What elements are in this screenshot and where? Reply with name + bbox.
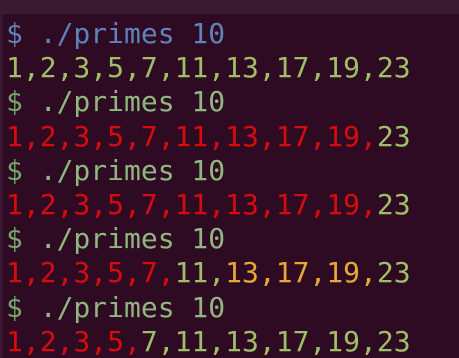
terminal-output-area: $ ./primes 10 1,2,3,5,7,11,13,17,19,23 $ .… xyxy=(6,17,457,358)
terminal-window[interactable]: $ ./primes 10 1,2,3,5,7,11,13,17,19,23 $ .… xyxy=(0,0,459,358)
prompt-line: $ ./primes 10 xyxy=(6,85,457,119)
output-segment-green: 11, xyxy=(174,256,226,290)
output-line: 1,2,3,5,7,11,13,17,19,23 xyxy=(6,188,457,222)
command-text: ./primes 10 xyxy=(22,17,226,50)
output-line: 1,2,3,5,7,11,13,17,19,23 xyxy=(6,325,457,358)
prompt-line: $ ./primes 10 xyxy=(6,17,457,51)
command-text: ./primes 10 xyxy=(22,222,226,256)
output-segment-green: 23 xyxy=(376,119,411,153)
output-segment-green: 1,2,3,5,7,11,13,17,19,23 xyxy=(6,51,411,85)
prompt-symbol: $ xyxy=(6,290,23,324)
prompt-symbol: $ xyxy=(6,17,23,50)
output-line: 1,2,3,5,7,11,13,17,19,23 xyxy=(6,51,457,85)
output-segment-red: 1,2,3,5, xyxy=(6,324,141,358)
output-line: 1,2,3,5,7,11,13,17,19,23 xyxy=(6,120,457,154)
prompt-line: $ ./primes 10 xyxy=(6,154,457,188)
prompt-line: $ ./primes 10 xyxy=(6,291,457,325)
command-text: ./primes 10 xyxy=(22,85,226,119)
output-segment-green: 7,11,13,17,19,23 xyxy=(140,324,411,358)
command-text: ./primes 10 xyxy=(22,153,226,187)
prompt-line: $ ./primes 10 xyxy=(6,222,457,256)
output-line: 1,2,3,5,7,11,13,17,19,23 xyxy=(6,256,457,290)
output-segment-red: 1,2,3,5,7,11,13,17,19, xyxy=(6,119,377,153)
prompt-symbol: $ xyxy=(6,222,23,256)
output-segment-red: 1,2,3,5,7, xyxy=(6,256,175,290)
window-top-edge xyxy=(0,0,459,14)
output-segment-green: 23 xyxy=(376,187,411,221)
prompt-symbol: $ xyxy=(6,153,23,187)
window-left-edge xyxy=(0,14,3,358)
output-segment-green: 23 xyxy=(376,256,411,290)
output-segment-orange: 13,17,19, xyxy=(225,256,377,290)
command-text: ./primes 10 xyxy=(22,290,226,324)
prompt-symbol: $ xyxy=(6,85,23,119)
output-segment-red: 1,2,3,5,7,11,13,17,19, xyxy=(6,187,377,221)
